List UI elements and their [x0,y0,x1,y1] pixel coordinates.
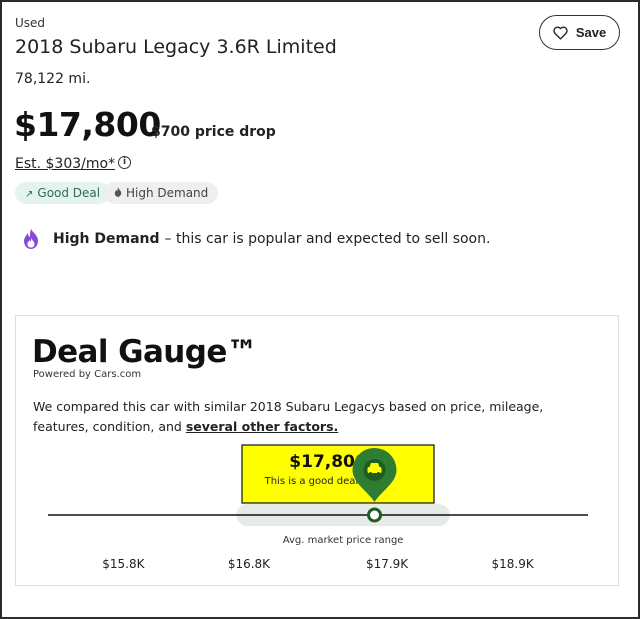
price: $17,800 [14,105,161,144]
monthly-estimate-link[interactable]: Est. $303/mo* [15,156,115,172]
deal-gauge-chart: Avg. market price range $17,800 This is … [48,444,588,571]
flame-icon [24,229,38,249]
high-demand-notice-label: High Demand [53,231,160,247]
price-callout-subtitle: This is a good deal. [264,476,362,487]
price-callout: $17,800 This is a good deal. [241,444,435,504]
marker-dot [367,507,383,523]
good-deal-badge: ↗ Good Deal [15,182,111,204]
high-demand-notice: High Demand – this car is popular and ex… [20,228,490,250]
heart-icon [553,26,568,40]
flame-icon [114,184,122,206]
save-button[interactable]: Save [539,15,620,50]
gauge-tick-label: $15.8K [102,557,145,571]
high-demand-badge-label: High Demand [126,186,209,200]
mileage: 78,122 mi. [15,71,91,87]
condition-label: Used [15,16,46,30]
high-demand-badge: High Demand [104,182,219,206]
gauge-ticks: $15.8K $16.8K $17.9K $18.9K [102,557,535,571]
high-demand-notice-text: – this car is popular and expected to se… [164,231,491,247]
gauge-tick-label: $17.9K [366,557,409,571]
save-button-label: Save [575,25,607,40]
gauge-tick-label: $16.8K [228,557,271,571]
deal-gauge-card: Deal Gauge™ Powered by Cars.com We compa… [15,315,619,586]
price-drop: $700 price drop [151,124,276,140]
avg-market-range-label: Avg. market price range [283,535,404,546]
arrow-up-right-icon: ↗ [25,189,34,200]
good-deal-badge-label: Good Deal [37,186,101,200]
listing-title: 2018 Subaru Legacy 3.6R Limited [15,36,337,58]
gauge-tick-label: $18.9K [492,557,535,571]
info-icon[interactable]: i [118,156,131,169]
